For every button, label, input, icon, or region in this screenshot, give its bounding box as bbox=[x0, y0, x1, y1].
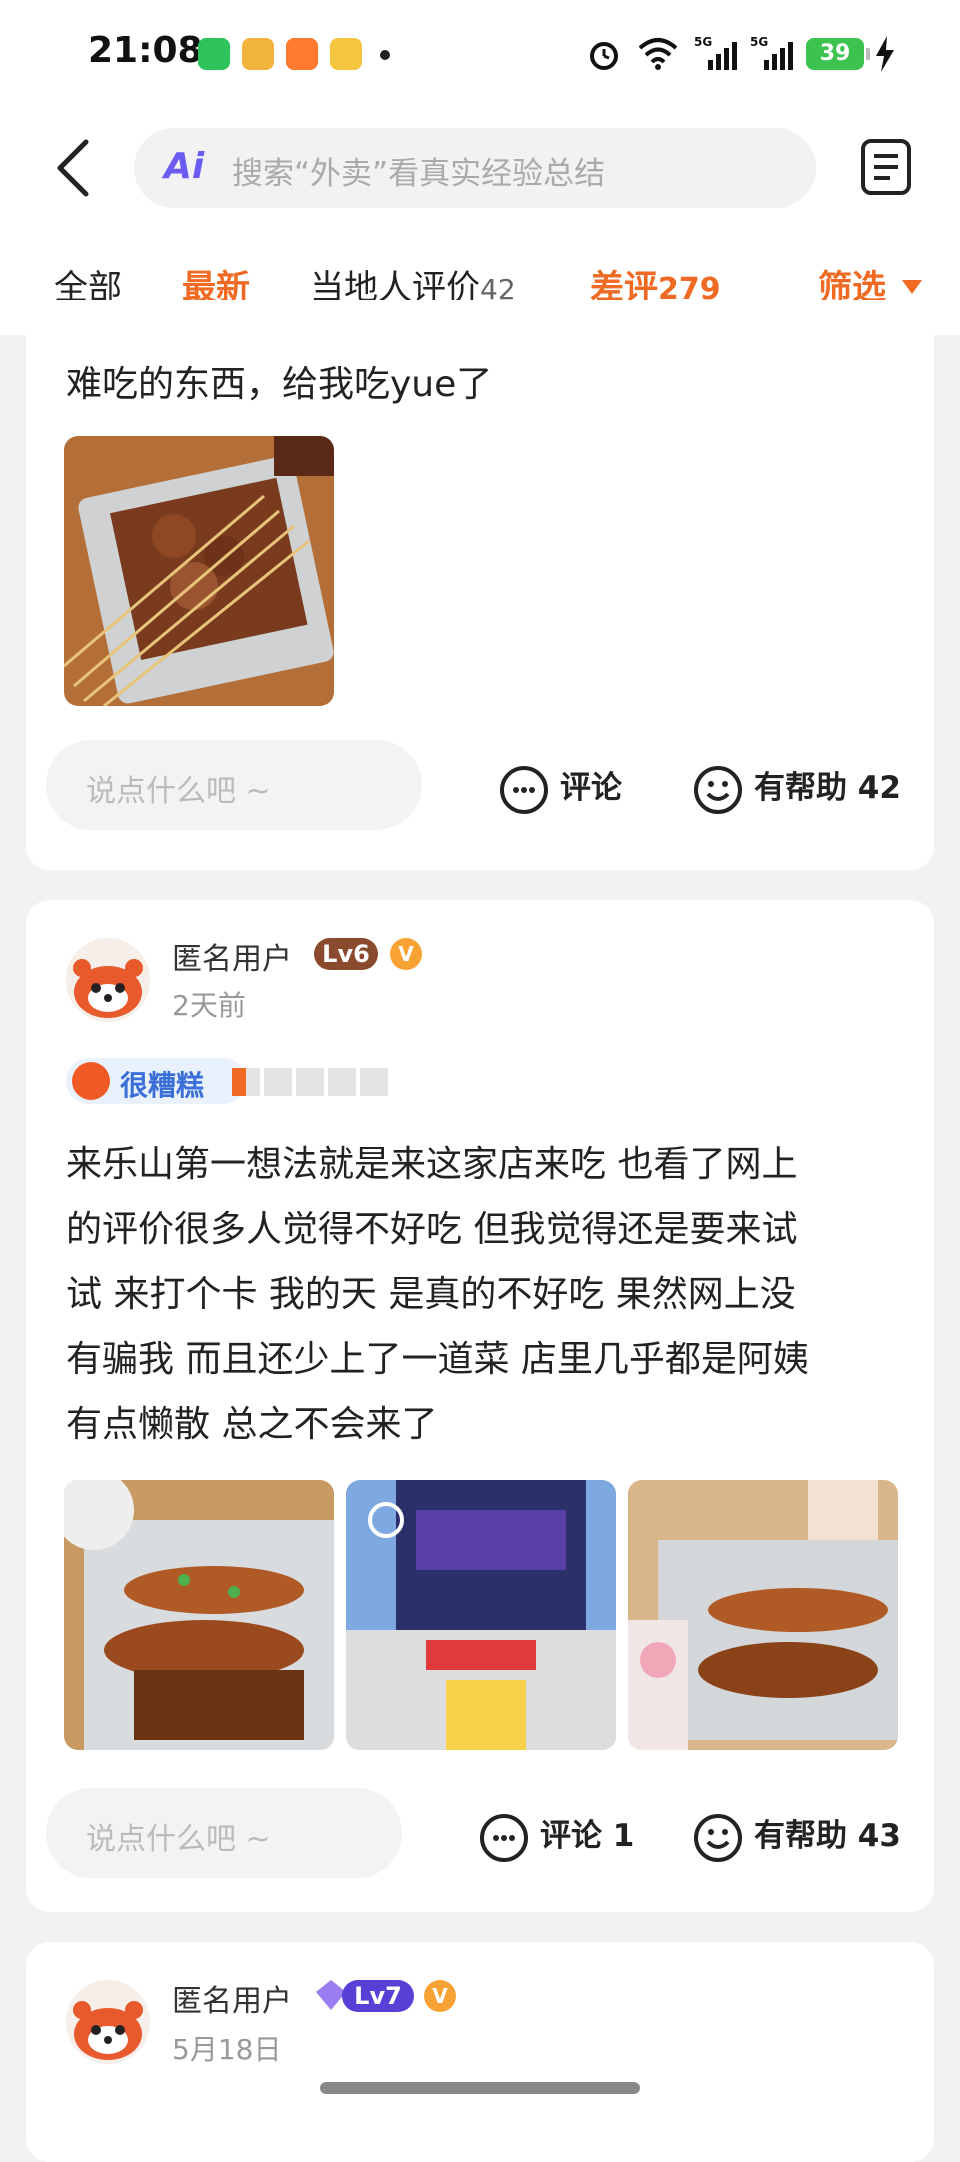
status-time: 21:08 bbox=[88, 30, 203, 71]
review-card: 难吃的东西，给我吃yue了 说点什么吧 ~ 评论 有帮助 42 bbox=[26, 300, 934, 870]
rating-tag: 很糟糕 bbox=[66, 1058, 246, 1104]
helpful-face-icon bbox=[694, 1813, 742, 1862]
level-badge: Lv7 bbox=[342, 1980, 414, 2012]
helpful-label: 有帮助 43 bbox=[754, 1818, 901, 1854]
comment-button[interactable]: 评论 bbox=[498, 762, 622, 816]
review-text: 难吃的东西，给我吃yue了 bbox=[66, 364, 493, 405]
review-time: 5月18日 bbox=[172, 2033, 282, 2066]
red-panda-avatar-icon bbox=[66, 1980, 150, 2064]
notification-dot bbox=[380, 50, 390, 60]
skewer-photo-icon bbox=[64, 436, 334, 706]
star-4 bbox=[328, 1068, 356, 1096]
helpful-face-icon bbox=[694, 765, 742, 814]
status-bar: 21:08 5G 5G 39 bbox=[0, 0, 960, 110]
skewer-plate-photo-icon bbox=[628, 1480, 898, 1750]
taobao-app-icon bbox=[286, 38, 318, 70]
comment-button[interactable]: 评论 1 bbox=[478, 1810, 634, 1864]
username[interactable]: 匿名用户 bbox=[172, 1976, 292, 2020]
red-panda-avatar-icon bbox=[66, 938, 150, 1022]
review-text-line: 的评价很多人觉得不好吃 但我觉得还是要来试 bbox=[66, 1209, 798, 1250]
svg-text:5G: 5G bbox=[694, 35, 712, 49]
review-time: 2天前 bbox=[172, 989, 246, 1022]
search-header: Ai 搜索“外卖”看真实经验总结 bbox=[0, 110, 960, 230]
review-photo[interactable] bbox=[64, 1480, 334, 1750]
signal-5g-icon-2: 5G bbox=[750, 35, 793, 70]
avatar[interactable] bbox=[66, 938, 150, 1022]
review-photo[interactable] bbox=[64, 436, 334, 706]
home-indicator bbox=[320, 2082, 640, 2094]
charging-icon bbox=[876, 36, 894, 72]
avatar[interactable] bbox=[66, 1980, 150, 2064]
comment-icon bbox=[480, 1813, 528, 1862]
username[interactable]: 匿名用户 bbox=[172, 934, 292, 978]
review-card: 匿名用户 Lv6 V 2天前 很糟糕 来乐山第一想法就是来这家店来吃 也看了网上… bbox=[26, 900, 934, 1912]
star-5 bbox=[360, 1068, 388, 1096]
star-3 bbox=[296, 1068, 324, 1096]
review-text-line: 来乐山第一想法就是来这家店来吃 也看了网上 bbox=[66, 1144, 798, 1185]
alarm-icon bbox=[590, 42, 618, 70]
star-1 bbox=[232, 1068, 260, 1096]
review-text-line: 有点懒散 总之不会来了 bbox=[66, 1404, 438, 1445]
caret-down-icon bbox=[902, 280, 922, 294]
battery-level: 39 bbox=[806, 38, 864, 70]
star-2 bbox=[264, 1068, 292, 1096]
weibo-icon bbox=[330, 38, 362, 70]
video-app-icon bbox=[242, 38, 274, 70]
angry-face-icon bbox=[72, 1062, 110, 1100]
helpful-button[interactable]: 有帮助 42 bbox=[692, 762, 901, 816]
verified-icon: V bbox=[390, 938, 422, 970]
comment-placeholder: 说点什么吧 ~ bbox=[86, 1822, 271, 1857]
back-arrow-icon[interactable] bbox=[52, 138, 92, 198]
comment-icon bbox=[500, 765, 548, 814]
review-photo[interactable] bbox=[628, 1480, 898, 1750]
review-card: 匿名用户 Lv7 V 5月18日 bbox=[26, 1942, 934, 2162]
search-input[interactable]: Ai 搜索“外卖”看真实经验总结 bbox=[134, 128, 816, 208]
review-photo[interactable] bbox=[346, 1480, 616, 1750]
svg-text:5G: 5G bbox=[750, 35, 768, 49]
battery-tip bbox=[866, 48, 870, 60]
level-badge: Lv6 bbox=[314, 938, 378, 970]
grilled-fish-photo-icon bbox=[64, 1480, 334, 1750]
comment-placeholder: 说点什么吧 ~ bbox=[86, 774, 271, 809]
helpful-button[interactable]: 有帮助 43 bbox=[692, 1810, 901, 1864]
review-text: 来乐山第一想法就是来这家店来吃 也看了网上 的评价很多人觉得不好吃 但我觉得还是… bbox=[66, 1132, 809, 1457]
comment-label: 评论 bbox=[560, 770, 622, 806]
helpful-label: 有帮助 42 bbox=[754, 770, 901, 806]
storefront-photo-icon bbox=[346, 1480, 616, 1750]
wifi-icon bbox=[638, 38, 678, 70]
wechat-icon bbox=[198, 38, 230, 70]
signal-5g-icon: 5G bbox=[694, 35, 737, 70]
notes-icon[interactable] bbox=[860, 138, 912, 196]
comment-label: 评论 1 bbox=[540, 1818, 635, 1854]
comment-input[interactable]: 说点什么吧 ~ bbox=[46, 1788, 402, 1878]
comment-input[interactable]: 说点什么吧 ~ bbox=[46, 740, 422, 830]
search-placeholder: 搜索“外卖”看真实经验总结 bbox=[232, 156, 606, 192]
rating-label: 很糟糕 bbox=[120, 1069, 205, 1102]
review-text-line: 试 来打个卡 我的天 是真的不好吃 果然网上没 bbox=[66, 1274, 796, 1315]
review-text-line: 有骗我 而且还少上了一道菜 店里几乎都是阿姨 bbox=[66, 1339, 809, 1380]
verified-icon: V bbox=[424, 1980, 456, 2012]
ai-icon: Ai bbox=[164, 146, 205, 187]
